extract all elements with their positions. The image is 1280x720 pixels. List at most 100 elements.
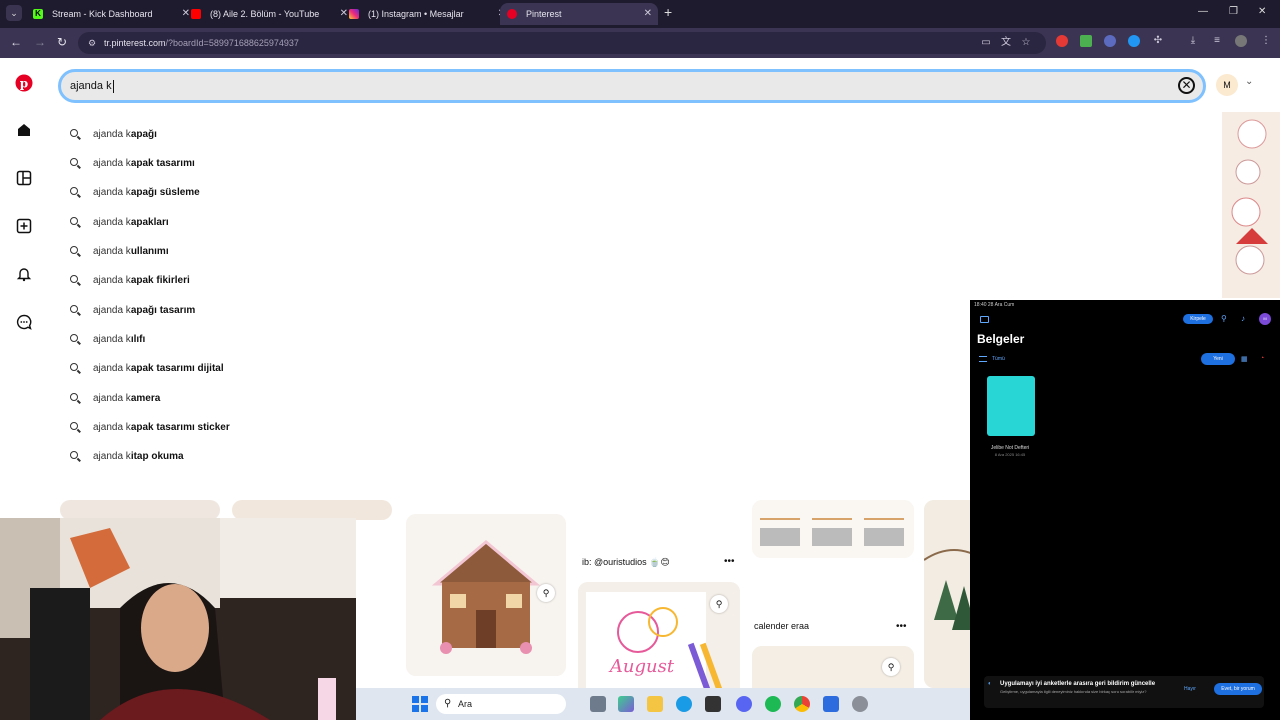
pin-image[interactable] xyxy=(60,500,220,520)
clear-search-icon[interactable]: ✕ xyxy=(1178,77,1195,94)
file-explorer-icon[interactable] xyxy=(647,696,663,712)
suggestion-item[interactable]: ajanda kapağı tasarım xyxy=(66,301,566,321)
pin-image[interactable] xyxy=(752,500,914,558)
notebook-thumbnail[interactable] xyxy=(987,376,1035,436)
svg-text:p: p xyxy=(20,77,28,91)
pin-image[interactable] xyxy=(1222,112,1280,298)
filter-dropdown[interactable]: Tümü xyxy=(992,356,1005,362)
chrome-icon[interactable] xyxy=(794,696,810,712)
profile-icon[interactable] xyxy=(1235,35,1247,47)
search-icon xyxy=(70,451,78,459)
suggestion-item[interactable]: ajanda kapak tasarımı sticker xyxy=(66,418,566,438)
avatar[interactable]: M xyxy=(1259,313,1271,325)
remote-desktop-icon[interactable] xyxy=(823,696,839,712)
translate-icon[interactable]: 文 xyxy=(1000,37,1012,49)
suggestion-item[interactable]: ajanda kapak fikirleri xyxy=(66,271,566,291)
bell-icon[interactable]: ♪ xyxy=(1241,314,1245,323)
suggestion-item[interactable]: ajanda kitap okuma xyxy=(66,447,566,467)
store-icon[interactable] xyxy=(705,696,721,712)
suggestion-item[interactable]: ajanda kapakları xyxy=(66,213,566,233)
site-info-icon[interactable]: ⚙ xyxy=(88,38,98,48)
grid-view-icon[interactable]: ▦ xyxy=(1241,355,1248,363)
more-options-icon[interactable]: ••• xyxy=(724,556,735,567)
address-bar[interactable]: ⚙ tr.pinterest.com/?boardId=589971688625… xyxy=(78,32,1046,54)
suggestion-item[interactable]: ajanda kapak tasarımı xyxy=(66,154,566,174)
suggestion-item[interactable]: ajanda kapağı xyxy=(66,125,566,145)
tab-instagram[interactable]: (1) Instagram • Mesajlar ✕ xyxy=(342,3,512,25)
tab-youtube[interactable]: (8) Aile 2. Bölüm - YouTube ✕ xyxy=(184,3,354,25)
discord-icon[interactable] xyxy=(736,696,752,712)
minimize-icon[interactable]: — xyxy=(1198,6,1208,17)
pin-image[interactable] xyxy=(232,500,392,520)
extension-icon[interactable] xyxy=(1080,35,1092,47)
search-icon xyxy=(70,187,78,195)
menu-dots-icon[interactable]: ⋮ xyxy=(1260,35,1272,47)
copilot-icon[interactable] xyxy=(618,696,634,712)
extensions-puzzle-icon[interactable]: ✣ xyxy=(1152,35,1164,47)
select-button[interactable]: Kirpele xyxy=(1183,314,1213,324)
home-icon[interactable] xyxy=(14,122,34,142)
url-text[interactable]: tr.pinterest.com/?boardId=58997168862597… xyxy=(104,32,299,54)
media-controls-icon[interactable]: ≡ xyxy=(1211,35,1223,47)
youtube-icon xyxy=(191,9,201,19)
save-pin-icon[interactable]: ⚲ xyxy=(537,584,555,602)
suggestion-item[interactable]: ajanda kapağı süsleme xyxy=(66,183,566,203)
taskbar-search[interactable]: ⚲ Ara xyxy=(436,694,566,714)
toast-yes-button[interactable]: Evet, bir yorum xyxy=(1214,683,1262,695)
suggestion-item[interactable]: ajanda kapak tasarımı dijital xyxy=(66,359,566,379)
new-button[interactable]: Yeni xyxy=(1201,353,1235,365)
close-window-icon[interactable]: ✕ xyxy=(1258,6,1266,17)
restore-icon[interactable]: ❐ xyxy=(1229,6,1238,17)
search-input[interactable]: ajanda k ✕ xyxy=(58,69,1206,103)
download-icon[interactable]: ⤓ xyxy=(1187,35,1199,47)
reload-icon[interactable]: ↻ xyxy=(57,35,67,49)
create-icon[interactable] xyxy=(14,218,34,238)
bookmark-star-icon[interactable]: ☆ xyxy=(1020,37,1032,49)
tab-search-button[interactable]: ⌄ xyxy=(6,5,22,21)
notifications-bell-icon[interactable] xyxy=(14,266,34,286)
chevron-down-icon[interactable]: ⌄ xyxy=(1245,76,1253,87)
search-icon xyxy=(70,422,78,430)
search-icon[interactable]: ⚲ xyxy=(1221,314,1227,323)
tablet-mirror-window: 18:40 28 Ara Cum Kirpele ⚲ ♪ M Belgeler … xyxy=(970,300,1280,720)
extension-icon[interactable] xyxy=(1104,35,1116,47)
extension-icon[interactable] xyxy=(1128,35,1140,47)
cast-icon[interactable]: ▭ xyxy=(980,37,992,49)
sidebar-toggle-icon[interactable] xyxy=(980,316,989,323)
explore-icon[interactable] xyxy=(14,170,34,190)
search-icon xyxy=(70,129,78,137)
tab-pinterest[interactable]: Pinterest ✕ xyxy=(500,3,658,25)
save-pin-icon[interactable]: ⚲ xyxy=(710,595,728,613)
settings-icon[interactable] xyxy=(852,696,868,712)
notebook-date: 8 Ara 2025 16:45 xyxy=(994,452,1026,457)
save-pin-icon[interactable]: ⚲ xyxy=(882,658,900,676)
filter-icon[interactable] xyxy=(979,356,987,362)
suggestion-item[interactable]: ajanda kullanımı xyxy=(66,242,566,262)
search-icon xyxy=(70,217,78,225)
messages-icon[interactable] xyxy=(14,314,34,334)
close-tab-icon[interactable]: ✕ xyxy=(644,3,652,25)
sort-icon[interactable]: ◔ xyxy=(1260,355,1264,362)
suggestion-item[interactable]: ajanda kamera xyxy=(66,389,566,409)
avatar[interactable]: M xyxy=(1216,74,1238,96)
tab-kick[interactable]: K Stream - Kick Dashboard ✕ xyxy=(26,3,196,25)
extension-icon[interactable] xyxy=(1056,35,1068,47)
spotify-icon[interactable] xyxy=(765,696,781,712)
pinterest-logo-icon[interactable]: p xyxy=(14,74,34,94)
browser-toolbar: ← → ↻ ⚙ tr.pinterest.com/?boardId=589971… xyxy=(0,28,1280,58)
task-view-icon[interactable] xyxy=(590,696,606,712)
forward-icon[interactable]: → xyxy=(34,35,46,49)
svg-text:August: August xyxy=(608,656,675,677)
search-icon xyxy=(70,363,78,371)
edge-icon[interactable] xyxy=(676,696,692,712)
toast-title: Uygulamayı iyi anketlerle arasıra geri b… xyxy=(1000,681,1156,687)
suggestion-item[interactable]: ajanda kılıfı xyxy=(66,330,566,350)
windows-start-icon[interactable] xyxy=(412,696,428,712)
pin-caption: ib: @ouristudios 🍵😊 xyxy=(582,557,670,567)
search-input-value[interactable]: ajanda k xyxy=(70,72,114,100)
tab-title: Stream - Kick Dashboard xyxy=(52,9,153,19)
new-tab-button[interactable]: + xyxy=(664,4,672,20)
back-icon[interactable]: ← xyxy=(10,35,22,49)
more-options-icon[interactable]: ••• xyxy=(896,621,907,632)
toast-no-button[interactable]: Hayır xyxy=(1184,686,1196,692)
